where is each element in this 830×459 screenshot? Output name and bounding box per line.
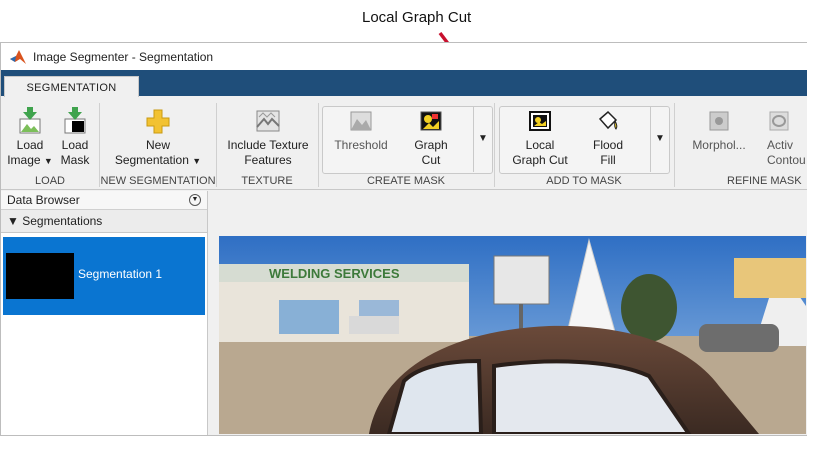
load-mask-button[interactable]: Load Mask — [55, 107, 95, 168]
new-segmentation-button[interactable]: New Segmentation ▼ — [104, 107, 212, 169]
caret-down-icon: ▼ — [478, 133, 488, 144]
title-bar: Image Segmenter - Segmentation — [1, 43, 807, 70]
refine-mask-section-label: REFINE MASK — [727, 175, 802, 187]
segmentation-list-item[interactable]: Segmentation 1 — [3, 237, 205, 315]
data-browser-header: Data Browser ▼ — [1, 191, 207, 210]
add-to-mask-section: Local Graph Cut Flood Fill ▼ ADD TO MASK — [495, 101, 673, 187]
morphology-button[interactable]: Morphol... — [689, 109, 749, 153]
new-segmentation-section-label: NEW SEGMENTATION — [100, 175, 216, 187]
segmentation-image[interactable]: WELDING SERVICES — [219, 236, 806, 434]
tab-bar: SEGMENTATION — [1, 70, 807, 99]
tab-segmentation[interactable]: SEGMENTATION — [4, 76, 139, 99]
refine-mask-section: Morphol... Activ Contou REFINE MASK — [675, 101, 807, 187]
texture-icon — [256, 110, 280, 132]
threshold-icon — [350, 111, 372, 131]
segmentations-section-header[interactable]: ▼ Segmentations — [1, 210, 207, 233]
local-graph-cut-button[interactable]: Local Graph Cut — [507, 109, 573, 168]
active-contours-icon — [769, 111, 789, 131]
annotation-label: Local Graph Cut — [362, 9, 472, 26]
threshold-button[interactable]: Threshold — [329, 109, 393, 153]
matlab-logo-icon — [10, 49, 26, 64]
create-mask-section: Threshold Graph Cut ▼ CREATE MASK — [319, 101, 493, 187]
paint-bucket-icon — [598, 110, 618, 130]
load-mask-icon — [64, 107, 86, 134]
new-segmentation-section: New Segmentation ▼ NEW SEGMENTATION — [100, 101, 216, 187]
morphology-icon — [709, 111, 729, 131]
panel-options-icon[interactable]: ▼ — [189, 194, 201, 206]
graph-cut-icon — [420, 111, 442, 131]
local-graph-cut-icon — [529, 111, 551, 131]
load-section: Load Image ▼ Load Mask LOAD — [1, 101, 99, 187]
add-to-mask-section-label: ADD TO MASK — [546, 175, 622, 187]
add-to-mask-more-button[interactable]: ▼ — [650, 106, 669, 172]
data-browser-panel: Data Browser ▼ ▼ Segmentations Segmentat… — [1, 191, 208, 435]
create-mask-more-button[interactable]: ▼ — [473, 106, 492, 172]
window-title: Image Segmenter - Segmentation — [33, 49, 214, 64]
load-image-icon — [19, 107, 41, 134]
plus-icon — [146, 109, 170, 134]
texture-section-label: TEXTURE — [241, 175, 293, 187]
chevron-down-icon: ▼ — [43, 156, 53, 166]
segmentation-thumbnail — [6, 253, 74, 299]
include-texture-button[interactable]: Include Texture Features — [221, 107, 315, 168]
flood-fill-button[interactable]: Flood Fill — [583, 109, 633, 168]
graph-cut-button[interactable]: Graph Cut — [403, 109, 459, 168]
load-image-button[interactable]: Load Image ▼ — [7, 107, 53, 169]
chevron-down-icon: ▼ — [192, 156, 202, 166]
load-section-label: LOAD — [35, 175, 65, 187]
segmentation-name: Segmentation 1 — [78, 267, 163, 281]
create-mask-section-label: CREATE MASK — [366, 175, 446, 187]
ribbon-toolstrip: Load Image ▼ Load Mask LOAD New Segmenta… — [1, 97, 807, 190]
collapse-triangle-icon: ▼ — [7, 214, 19, 228]
active-contours-button[interactable]: Activ Contou — [767, 109, 807, 168]
caret-down-icon: ▼ — [655, 133, 665, 144]
sign-text: WELDING SERVICES — [269, 266, 400, 281]
texture-section: Include Texture Features TEXTURE — [217, 101, 317, 187]
photo-content: WELDING SERVICES — [219, 236, 806, 434]
